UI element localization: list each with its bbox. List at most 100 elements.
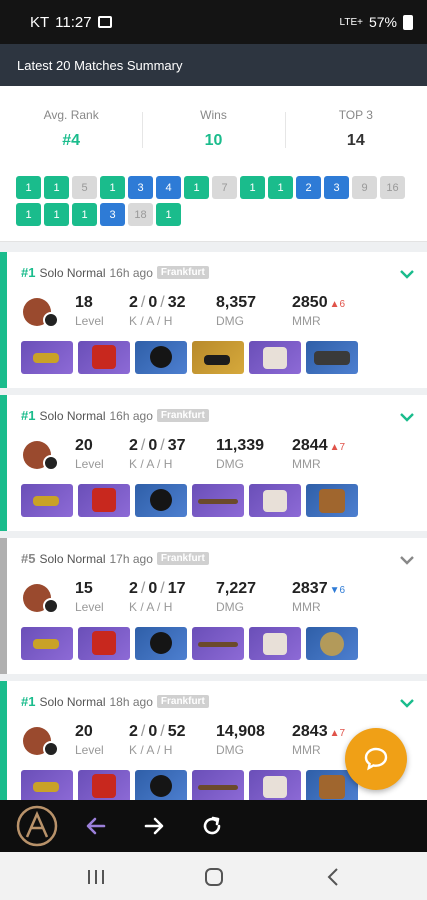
- match-time-ago: 18h ago: [109, 694, 153, 709]
- mmr-delta: ▼6: [330, 585, 345, 596]
- weapon-badge-icon: [43, 598, 59, 614]
- rank-chip: 4: [156, 176, 181, 199]
- rank-chip: 18: [128, 203, 153, 226]
- boots-icon[interactable]: [249, 341, 301, 374]
- kills-value: 2: [129, 723, 138, 740]
- rank-chip: 2: [296, 176, 321, 199]
- status-bar: KT 11:27 LTE+ 57%: [0, 0, 427, 44]
- kills-value: 2: [129, 437, 138, 454]
- match-time-ago: 16h ago: [109, 408, 153, 423]
- mmr-stat: 2850 ▲6 MMR: [292, 294, 345, 328]
- damage-stat-value: 14,908: [216, 723, 265, 741]
- chevron-down-icon[interactable]: [397, 407, 417, 427]
- boots-icon[interactable]: [249, 484, 301, 517]
- damage-stat-label: DMG: [216, 743, 244, 757]
- match-card[interactable]: #1 Solo Normal 16h ago Frankfurt 18 Level 2/0/…: [0, 252, 427, 388]
- damage-stat: 14,908 DMG: [216, 723, 265, 757]
- damage-stat: 8,357 DMG: [216, 294, 256, 328]
- gun-icon[interactable]: [21, 627, 73, 660]
- kah-separator: /: [160, 580, 165, 597]
- helmet-icon[interactable]: [135, 627, 187, 660]
- system-nav-bar: [0, 852, 427, 900]
- mmr-delta: ▲7: [330, 442, 345, 453]
- weapon-badge-icon: [43, 312, 59, 328]
- mmr-stat: 2843 ▲7 MMR: [292, 723, 345, 757]
- recents-icon[interactable]: [84, 866, 108, 888]
- box-icon[interactable]: [306, 484, 358, 517]
- rank-chip: 1: [44, 176, 69, 199]
- summary-stat: Wins 10: [142, 108, 284, 150]
- server-badge: Frankfurt: [156, 552, 209, 565]
- helmet-icon[interactable]: [135, 341, 187, 374]
- rank-chip: 3: [324, 176, 349, 199]
- tape-icon[interactable]: [306, 341, 358, 374]
- mmr-delta: ▲7: [330, 728, 345, 739]
- kah-separator: /: [140, 723, 146, 740]
- summary-stat-label: Wins: [200, 108, 227, 122]
- boots-icon[interactable]: [249, 627, 301, 660]
- level-stat-number: 18: [75, 294, 93, 311]
- carrier-label: KT: [30, 13, 50, 31]
- rank-chip: 1: [184, 176, 209, 199]
- summary-stat-value: 10: [204, 132, 223, 149]
- damage-stat-number: 8,357: [216, 294, 257, 311]
- damage-stat-number: 11,339: [216, 437, 265, 454]
- glove-icon[interactable]: [192, 341, 244, 374]
- chevron-down-icon[interactable]: [397, 550, 417, 570]
- kah-stat-value: 2/0/37: [129, 437, 186, 455]
- stick-icon[interactable]: [192, 627, 244, 660]
- home-icon[interactable]: [202, 866, 226, 888]
- gallery-icon: [97, 16, 112, 28]
- match-time-ago: 17h ago: [109, 551, 153, 566]
- level-stat-number: 20: [75, 723, 93, 740]
- reload-icon[interactable]: [198, 812, 226, 840]
- shirt-icon[interactable]: [78, 627, 130, 660]
- damage-stat-number: 14,908: [216, 723, 265, 740]
- rank-chip: 7: [212, 176, 237, 199]
- kah-stat-value: 2/0/52: [129, 723, 186, 741]
- arrow-right-icon[interactable]: [140, 812, 168, 840]
- shirt-icon[interactable]: [78, 770, 130, 803]
- gun-icon[interactable]: [21, 341, 73, 374]
- chevron-down-icon[interactable]: [397, 693, 417, 713]
- equipment-row: [21, 627, 358, 660]
- chat-button[interactable]: [345, 728, 407, 790]
- level-stat-label: Level: [75, 314, 104, 328]
- arrow-left-icon[interactable]: [82, 812, 110, 840]
- match-card[interactable]: #1 Solo Normal 16h ago Frankfurt 20 Level 2/0/…: [0, 395, 427, 531]
- match-header: #5 Solo Normal 17h ago Frankfurt: [21, 551, 209, 566]
- rank-chip: 3: [100, 203, 125, 226]
- match-placement: #5: [21, 551, 36, 566]
- level-stat-value: 20: [75, 437, 104, 455]
- helmet-icon[interactable]: [135, 770, 187, 803]
- match-placement: #1: [21, 694, 36, 709]
- rank-chip: 1: [44, 203, 69, 226]
- mmr-stat-number: 2850: [292, 294, 328, 311]
- rank-chip: 1: [268, 176, 293, 199]
- kah-separator: /: [160, 437, 165, 454]
- app-bar: Latest 20 Matches Summary: [0, 44, 427, 86]
- gun-icon[interactable]: [21, 484, 73, 517]
- assists-value: 0: [148, 437, 158, 454]
- hunts-value: 37: [167, 437, 186, 454]
- match-card[interactable]: #5 Solo Normal 17h ago Frankfurt 15 Level 2/0/…: [0, 538, 427, 674]
- match-time-ago: 16h ago: [109, 265, 153, 280]
- level-stat: 18 Level: [75, 294, 104, 328]
- app-logo-icon[interactable]: [16, 805, 58, 847]
- shirt-icon[interactable]: [78, 341, 130, 374]
- disc-icon[interactable]: [306, 627, 358, 660]
- match-header: #1 Solo Normal 18h ago Frankfurt: [21, 694, 209, 709]
- level-stat-label: Level: [75, 743, 104, 757]
- summary-stat-label: TOP 3: [338, 108, 373, 122]
- stick-icon[interactable]: [192, 770, 244, 803]
- shirt-icon[interactable]: [78, 484, 130, 517]
- boots-icon[interactable]: [249, 770, 301, 803]
- helmet-icon[interactable]: [135, 484, 187, 517]
- chevron-down-icon[interactable]: [397, 264, 417, 284]
- stick-icon[interactable]: [192, 484, 244, 517]
- mmr-stat-number: 2843: [292, 723, 328, 740]
- hunts-value: 52: [167, 723, 186, 740]
- gun-icon[interactable]: [21, 770, 73, 803]
- equipment-row: [21, 341, 358, 374]
- back-icon[interactable]: [322, 866, 346, 888]
